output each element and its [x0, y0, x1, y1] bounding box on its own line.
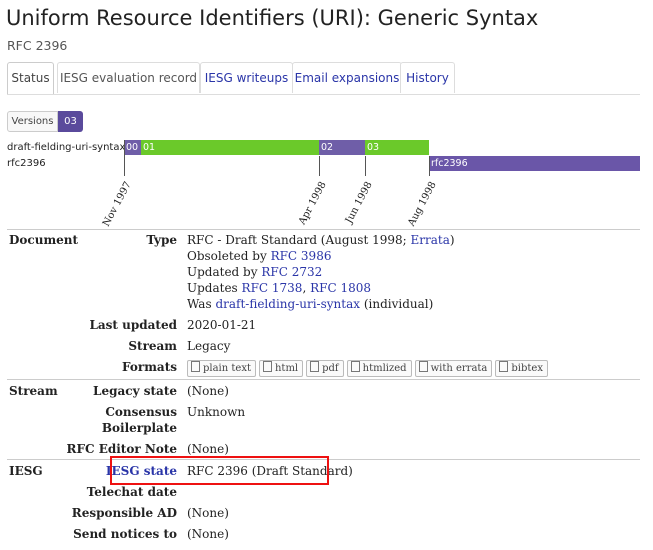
- format-html-button[interactable]: html: [258, 360, 304, 377]
- page-subtitle: RFC 2396: [7, 38, 68, 53]
- format-bibtex-button[interactable]: bibtex: [495, 360, 548, 377]
- was-prefix: Was: [187, 297, 212, 311]
- format-label: plain text: [203, 363, 251, 374]
- timeline-row-label-draft: draft-fielding-uri-syntax: [7, 142, 126, 153]
- format-plain-text-button[interactable]: plain text: [187, 360, 256, 377]
- updates: Updates RFC 1738, RFC 1808: [187, 281, 371, 295]
- timeline-date-label: Apr 1998: [296, 180, 329, 227]
- highlight-box: [110, 456, 329, 485]
- type-value: RFC - Draft Standard (August 1998; Errat…: [187, 233, 455, 247]
- format-label: pdf: [322, 363, 339, 374]
- send-notices-key: Send notices to: [73, 527, 177, 541]
- stream-key: Stream: [128, 339, 177, 353]
- tab-status[interactable]: Status: [7, 62, 54, 95]
- section-iesg: IESG: [9, 464, 43, 478]
- consensus-key: Consensus: [105, 405, 177, 419]
- type-text: RFC - Draft Standard (August 1998;: [187, 233, 407, 247]
- timeline-tick: [124, 140, 125, 176]
- section-divider: [7, 379, 640, 380]
- timeline-segment-00[interactable]: 00: [124, 140, 141, 155]
- timeline-segment-03[interactable]: 03: [365, 140, 429, 155]
- tab-history[interactable]: History: [400, 62, 455, 93]
- updated-by: Updated by RFC 2732: [187, 265, 322, 279]
- file-icon: [350, 361, 360, 372]
- timeline-tick: [319, 156, 320, 176]
- format-label: with errata: [430, 363, 488, 374]
- last-updated-value: 2020-01-21: [187, 318, 257, 332]
- timeline-date-label: Jun 1998: [343, 180, 375, 226]
- tab-email-expansions[interactable]: Email expansions: [292, 62, 402, 93]
- updates-separator: ,: [302, 281, 307, 295]
- rfc-editor-note-value: (None): [187, 442, 229, 456]
- formats-key: Formats: [122, 360, 177, 374]
- format-pdf-button[interactable]: pdf: [306, 360, 344, 377]
- obsoleted-by: Obsoleted by RFC 3986: [187, 249, 331, 263]
- format-label: bibtex: [511, 363, 543, 374]
- format-htmlized-button[interactable]: htmlized: [346, 360, 412, 377]
- stream-value: Legacy: [187, 339, 231, 353]
- format-label: html: [274, 363, 299, 374]
- rfc-editor-note-key: RFC Editor Note: [66, 442, 177, 456]
- file-icon: [191, 361, 200, 372]
- tab-iesg-writeups[interactable]: IESG writeups: [200, 62, 293, 93]
- send-notices-value: (None): [187, 527, 229, 541]
- tab-iesg-evaluation-record[interactable]: IESG evaluation record: [57, 62, 200, 93]
- telechat-date-key: Telechat date: [86, 485, 177, 499]
- legacy-state-key: Legacy state: [93, 384, 177, 398]
- responsible-ad-key: Responsible AD: [71, 506, 177, 520]
- format-label: htmlized: [362, 363, 407, 374]
- tab-divider: [7, 94, 640, 95]
- obsoleted-prefix: Obsoleted by: [187, 249, 267, 263]
- draft-fielding-uri-syntax-link[interactable]: draft-fielding-uri-syntax: [215, 297, 360, 311]
- legacy-state-value: (None): [187, 384, 229, 398]
- timeline-segment-02[interactable]: 02: [319, 140, 365, 155]
- file-icon: [262, 361, 272, 372]
- version-03-button[interactable]: 03: [58, 111, 83, 132]
- section-document: Document: [9, 233, 79, 247]
- versions-label: Versions: [7, 111, 58, 132]
- timeline-date-label: Nov 1997: [100, 180, 134, 229]
- timeline-row-label-rfc: rfc2396: [7, 158, 46, 169]
- errata-link[interactable]: Errata: [411, 233, 450, 247]
- timeline-tick: [365, 156, 366, 176]
- format-with-errata-button[interactable]: with errata: [414, 360, 493, 377]
- formats-list: plain text html pdf htmlized with errata bibt…: [187, 360, 551, 377]
- section-divider: [7, 229, 640, 230]
- last-updated-key: Last updated: [89, 318, 177, 332]
- file-icon: [310, 361, 320, 372]
- type-key: Type: [146, 233, 177, 247]
- boilerplate-key: Boilerplate: [101, 421, 177, 435]
- rfc-3986-link[interactable]: RFC 3986: [271, 249, 332, 263]
- page-title: Uniform Resource Identifiers (URI): Gene…: [6, 6, 539, 30]
- responsible-ad-value: (None): [187, 506, 229, 520]
- timeline-segment-rfc2396[interactable]: rfc2396: [429, 156, 640, 171]
- timeline-segment-01[interactable]: 01: [141, 140, 319, 155]
- timeline-tick: [429, 156, 430, 176]
- rfc-2732-link[interactable]: RFC 2732: [261, 265, 322, 279]
- section-stream: Stream: [9, 384, 58, 398]
- rfc-1738-link[interactable]: RFC 1738: [242, 281, 303, 295]
- updated-prefix: Updated by: [187, 265, 258, 279]
- timeline-date-label: Aug 1998: [406, 180, 439, 229]
- type-suffix: ): [449, 233, 455, 247]
- was-draft: Was draft-fielding-uri-syntax (individua…: [187, 297, 433, 311]
- updates-prefix: Updates: [187, 281, 238, 295]
- file-icon: [499, 361, 509, 372]
- consensus-value: Unknown: [187, 405, 246, 419]
- was-suffix: (individual): [363, 297, 434, 311]
- rfc-1808-link[interactable]: RFC 1808: [310, 281, 371, 295]
- file-icon: [418, 361, 428, 372]
